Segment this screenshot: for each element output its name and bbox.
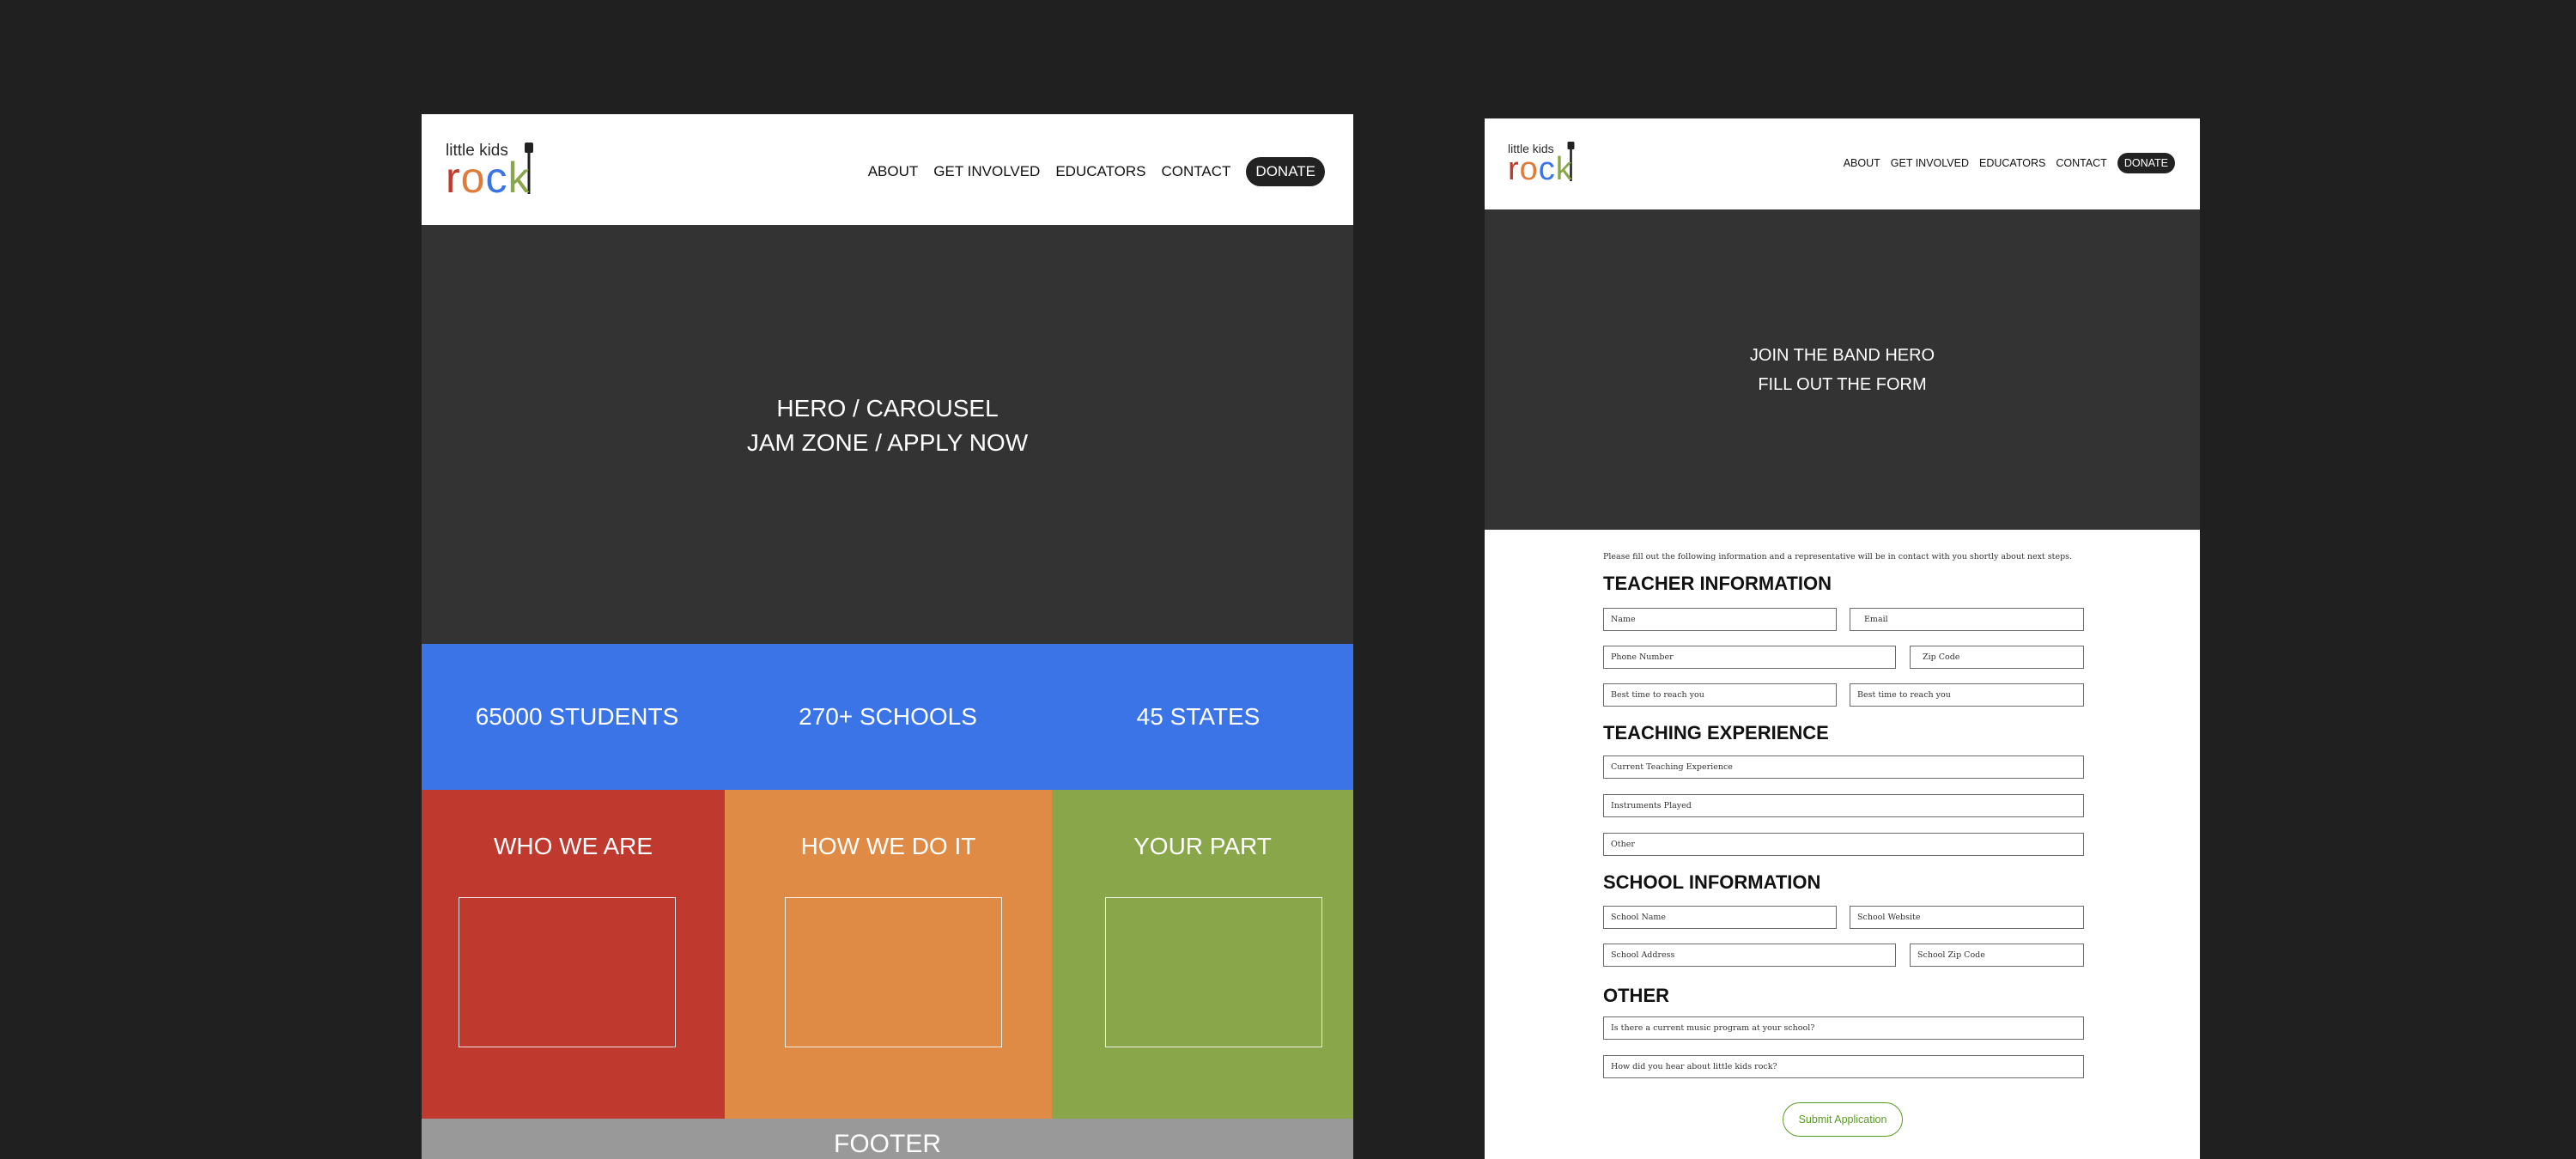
site-header: little kids rock ABOUT GET INVOLVED EDUC…: [1485, 118, 2200, 209]
school-address-input[interactable]: [1603, 944, 1896, 967]
nav-educators[interactable]: EDUCATORS: [1055, 163, 1145, 180]
logo-letter-c: c: [1538, 151, 1556, 187]
other-experience-input[interactable]: [1603, 833, 2084, 856]
music-program-input[interactable]: [1603, 1016, 2084, 1040]
nav-get-involved[interactable]: GET INVOLVED: [933, 163, 1040, 180]
logo-letter-r: r: [1508, 151, 1520, 187]
hero-line-2: JAM ZONE / APPLY NOW: [746, 429, 1029, 456]
card-image-placeholder: [785, 897, 1002, 1047]
logo-letter-r: r: [446, 154, 461, 202]
best-time-input-1[interactable]: [1603, 683, 1837, 707]
feature-cards: WHO WE ARE HOW WE DO IT YOUR PART: [422, 790, 1353, 1119]
logo-letter-c: c: [485, 154, 508, 202]
application-form: Please fill out the following informatio…: [1485, 530, 2200, 1159]
homepage-mockup: little kids rock ABOUT GET INVOLVED EDUC…: [422, 114, 1353, 1159]
hero-line-2: FILL OUT THE FORM: [1758, 374, 1927, 394]
card-title: YOUR PART: [1133, 833, 1272, 859]
site-footer: FOOTER: [422, 1119, 1353, 1159]
nav-contact[interactable]: CONTACT: [2056, 157, 2107, 169]
current-experience-input[interactable]: [1603, 755, 2084, 779]
logo-letter-k: k: [1555, 151, 1573, 187]
donate-button[interactable]: DONATE: [1246, 157, 1325, 186]
main-nav: ABOUT GET INVOLVED EDUCATORS CONTACT DON…: [1844, 153, 2175, 173]
main-nav: ABOUT GET INVOLVED EDUCATORS CONTACT DON…: [868, 157, 1325, 186]
donate-button[interactable]: DONATE: [2117, 153, 2175, 173]
card-image-placeholder: [1105, 897, 1322, 1047]
form-intro: Please fill out the following informatio…: [1603, 552, 2073, 561]
site-header: little kids rock ABOUT GET INVOLVED EDUC…: [422, 114, 1353, 225]
card-how-we-do-it[interactable]: HOW WE DO IT: [725, 790, 1052, 1119]
logo-letter-o: o: [1519, 151, 1539, 187]
logo-letter-o: o: [460, 154, 486, 202]
form-page-mockup: little kids rock ABOUT GET INVOLVED EDUC…: [1485, 118, 2200, 1159]
logo-wordmark: rock: [1508, 152, 1573, 186]
zip-input[interactable]: [1910, 646, 2084, 669]
email-input[interactable]: [1850, 608, 2084, 631]
school-name-input[interactable]: [1603, 906, 1837, 929]
card-image-placeholder: [459, 897, 676, 1047]
stat-states: 45 STATES: [1136, 703, 1261, 730]
logo-wordmark: rock: [446, 155, 530, 200]
best-time-input-2[interactable]: [1850, 683, 2084, 707]
submit-application-button[interactable]: Submit Application: [1783, 1102, 1903, 1137]
nav-educators[interactable]: EDUCATORS: [1979, 157, 2045, 169]
section-teacher-information: TEACHER INFORMATION: [1603, 573, 1832, 594]
hero-line-1: HERO / CAROUSEL: [776, 395, 999, 422]
name-input[interactable]: [1603, 608, 1837, 631]
card-title: HOW WE DO IT: [800, 833, 976, 859]
stat-schools: 270+ SCHOOLS: [799, 703, 977, 730]
card-your-part[interactable]: YOUR PART: [1052, 790, 1353, 1119]
section-other: OTHER: [1603, 985, 1669, 1006]
school-zip-input[interactable]: [1910, 944, 2084, 967]
nav-about[interactable]: ABOUT: [868, 163, 919, 180]
stat-students: 65000 STUDENTS: [475, 703, 679, 730]
instruments-input[interactable]: [1603, 794, 2084, 817]
school-website-input[interactable]: [1850, 906, 2084, 929]
nav-about[interactable]: ABOUT: [1844, 157, 1880, 169]
hero-line-1: JOIN THE BAND HERO: [1749, 345, 1935, 365]
logo[interactable]: little kids rock: [1508, 142, 1594, 188]
logo[interactable]: little kids rock: [446, 142, 557, 202]
hero-carousel[interactable]: HERO / CAROUSEL JAM ZONE / APPLY NOW: [422, 225, 1353, 644]
nav-contact[interactable]: CONTACT: [1162, 163, 1231, 180]
nav-get-involved[interactable]: GET INVOLVED: [1891, 157, 1969, 169]
join-band-hero: JOIN THE BAND HERO FILL OUT THE FORM: [1485, 209, 2200, 530]
section-teaching-experience: TEACHING EXPERIENCE: [1603, 722, 1829, 743]
stats-bar: 65000 STUDENTS 270+ SCHOOLS 45 STATES: [422, 644, 1353, 790]
logo-letter-k: k: [507, 154, 531, 202]
card-who-we-are[interactable]: WHO WE ARE: [422, 790, 725, 1119]
phone-input[interactable]: [1603, 646, 1896, 669]
heard-about-input[interactable]: [1603, 1055, 2084, 1078]
section-school-information: SCHOOL INFORMATION: [1603, 871, 1821, 893]
card-title: WHO WE ARE: [493, 833, 653, 859]
